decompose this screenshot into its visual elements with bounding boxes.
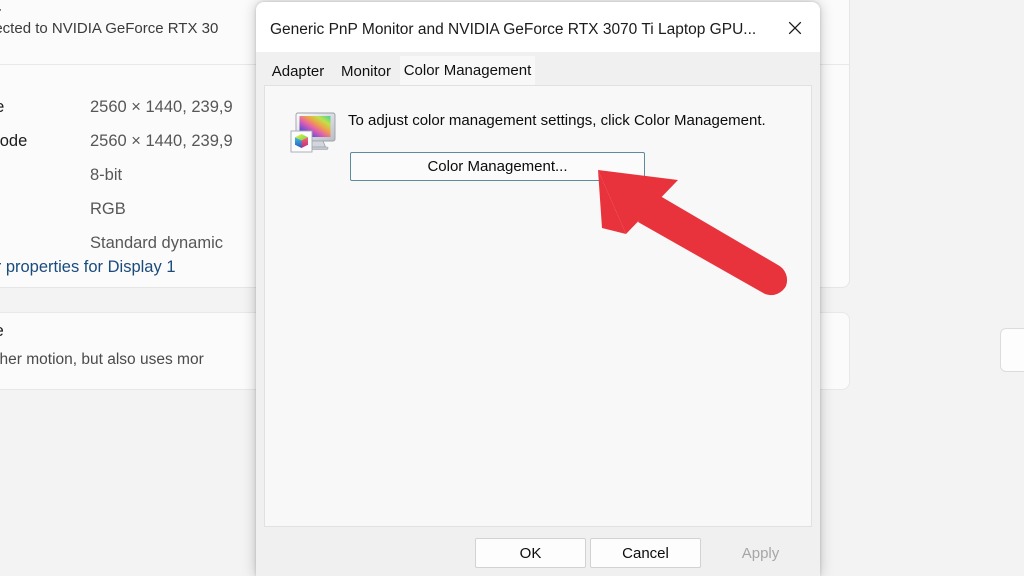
info-value-0: 2560 × 1440, 239,9 — [90, 98, 233, 117]
info-label-0: de — [0, 98, 4, 117]
color-management-button[interactable]: Color Management... — [350, 152, 645, 181]
color-management-tab-panel: To adjust color management settings, cli… — [264, 85, 812, 527]
refresh-rate-title: te — [0, 322, 4, 341]
color-management-monitor-icon — [289, 107, 337, 155]
info-value-1: 2560 × 1440, 239,9 — [90, 132, 233, 151]
display-connected-to-text: nected to NVIDIA GeForce RTX 30 — [0, 20, 218, 37]
ok-button[interactable]: OK — [475, 538, 586, 568]
cancel-button[interactable]: Cancel — [590, 538, 701, 568]
display-name-text: 4 — [0, 0, 1, 18]
right-edge-control[interactable] — [1000, 328, 1024, 372]
tab-monitor[interactable]: Monitor — [332, 58, 400, 85]
info-value-4: Standard dynamic — [90, 234, 223, 253]
display-adapter-properties-link[interactable]: ter properties for Display 1 — [0, 258, 176, 277]
apply-button: Apply — [705, 538, 816, 568]
tab-color-management[interactable]: Color Management — [400, 56, 535, 85]
close-icon[interactable] — [777, 14, 813, 42]
info-value-2: 8-bit — [90, 166, 122, 185]
refresh-rate-description: oother motion, but also uses mor — [0, 351, 204, 369]
info-label-1: mode — [0, 132, 27, 151]
monitor-properties-dialog: Generic PnP Monitor and NVIDIA GeForce R… — [256, 2, 820, 576]
color-management-description: To adjust color management settings, cli… — [348, 112, 766, 129]
dialog-tabstrip: Adapter Monitor Color Management — [256, 52, 820, 85]
dialog-titlebar: Generic PnP Monitor and NVIDIA GeForce R… — [256, 2, 820, 52]
info-value-3: RGB — [90, 200, 126, 219]
tab-adapter[interactable]: Adapter — [264, 58, 332, 85]
dialog-title: Generic PnP Monitor and NVIDIA GeForce R… — [270, 21, 756, 39]
